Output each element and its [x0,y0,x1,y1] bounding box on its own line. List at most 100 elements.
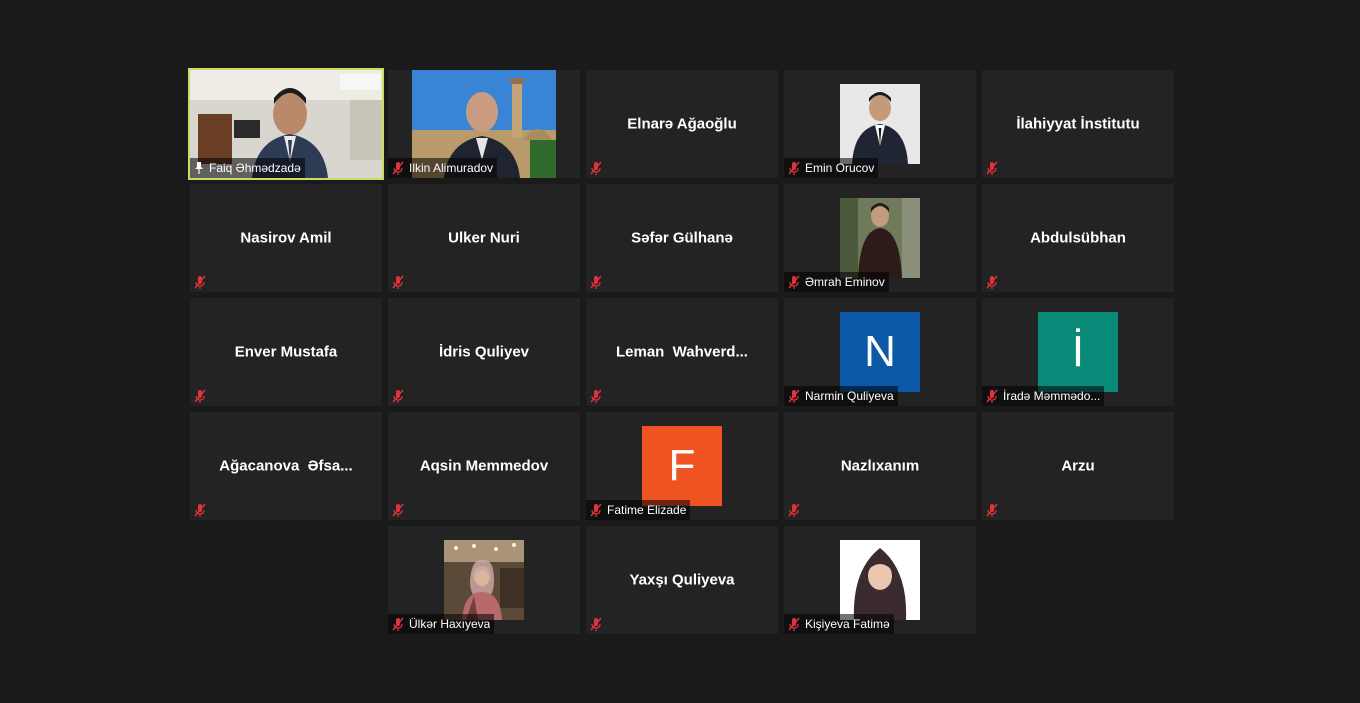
participant-tile-abdulsubhan[interactable]: Abdulsübhan [982,184,1174,292]
profile-photo [840,198,920,278]
muted-mic-icon [984,274,1000,290]
participant-label [982,500,1004,520]
muted-mic-icon [786,274,802,290]
muted-mic-icon [588,616,604,632]
participant-display-name: İlahiyyat İnstitutu [1016,115,1140,133]
muted-mic-icon [588,502,604,518]
participant-tile-enver[interactable]: Enver Mustafa [190,298,382,406]
participant-display-name: Abdulsübhan [1030,229,1126,247]
muted-mic-icon [984,160,1000,176]
participant-tile-arzu[interactable]: Arzu [982,412,1174,520]
muted-mic-icon [192,388,208,404]
participant-display-name: Elnarə Ağaoğlu [627,115,737,133]
participant-label [388,272,410,292]
participant-tile-leman[interactable]: Leman Wahverd... [586,298,778,406]
participant-tile-sefer[interactable]: Səfər Gülhanə [586,184,778,292]
muted-mic-icon [786,388,802,404]
participant-label [982,158,1004,178]
muted-mic-icon [786,160,802,176]
participant-label: Fatime Elizade [586,500,691,520]
participant-tile-ulker-haxiyeva[interactable]: Ülkər Haxıyeva [388,526,580,634]
muted-mic-icon [588,274,604,290]
participant-label [190,500,212,520]
participant-label: Əmrah Eminov [784,272,889,292]
muted-mic-icon [588,160,604,176]
participant-display-name: İdris Quliyev [438,343,530,361]
avatar: İ [1038,312,1118,392]
participant-label: Ülkər Haxıyeva [388,614,495,634]
participant-label: Faiq Əhmədzadə [190,158,305,178]
muted-mic-icon [786,502,802,518]
participant-tile-ulker-nuri[interactable]: Ulker Nuri [388,184,580,292]
participant-display-name: Enver Mustafa [234,343,338,361]
profile-photo [444,540,524,620]
participant-name: Fatime Elizade [607,503,687,517]
participant-tile-idris[interactable]: İdris Quliyev [388,298,580,406]
participant-name: Narmin Quliyeva [805,389,894,403]
participant-display-name: Ulker Nuri [448,229,520,247]
participant-tile-ilahiyyat[interactable]: İlahiyyat İnstitutu [982,70,1174,178]
participant-label: Narmin Quliyeva [784,386,898,406]
participant-tile-ilkin[interactable]: Ilkin Alimuradov [388,70,580,178]
muted-mic-icon [390,616,406,632]
participant-label [586,614,608,634]
participant-name: Əmrah Eminov [805,275,885,289]
participant-label: Emin Orucov [784,158,879,178]
muted-mic-icon [390,274,406,290]
participant-label [388,386,410,406]
muted-mic-icon [390,502,406,518]
muted-mic-icon [984,502,1000,518]
participant-label [190,386,212,406]
muted-mic-icon [390,388,406,404]
participant-display-name: Leman Wahverd... [616,343,748,361]
avatar: F [642,426,722,506]
avatar: N [840,312,920,392]
participant-display-name: Nazlıxanım [840,457,920,475]
participant-label [586,272,608,292]
participant-label [586,386,608,406]
participant-name: İradə Məmmədo... [1003,389,1101,403]
participant-tile-irade[interactable]: İ İradə Məmmədo... [982,298,1174,406]
participant-label [388,500,410,520]
participant-label [784,500,806,520]
participant-name: Emin Orucov [805,161,875,175]
muted-mic-icon [984,388,1000,404]
participant-display-name: Səfər Gülhanə [631,229,733,247]
participant-name: Ülkər Haxıyeva [409,617,491,631]
profile-photo [840,540,920,620]
participant-tile-faiq[interactable]: Faiq Əhmədzadə [188,68,384,180]
muted-mic-icon [390,160,406,176]
participant-name: Kişiyeva Fatimə [805,617,890,631]
muted-mic-icon [588,388,604,404]
muted-mic-icon [192,502,208,518]
participant-tile-fatime[interactable]: F Fatime Elizade [586,412,778,520]
participant-label: İradə Məmmədo... [982,386,1105,406]
participant-tile-elnare[interactable]: Elnarə Ağaoğlu [586,70,778,178]
participant-label [586,158,608,178]
participant-display-name: Arzu [1061,457,1095,475]
participant-tile-agacanova[interactable]: Ağacanova Əfsa... [190,412,382,520]
participant-tile-emin[interactable]: Emin Orucov [784,70,976,178]
participant-display-name: Aqsin Memmedov [419,457,549,475]
participant-name: Faiq Əhmədzadə [209,161,301,175]
participant-tile-aqsin[interactable]: Aqsin Memmedov [388,412,580,520]
participant-label [982,272,1004,292]
participant-tile-nasirov[interactable]: Nasirov Amil [190,184,382,292]
participant-tile-nazlixanim[interactable]: Nazlıxanım [784,412,976,520]
participant-display-name: Nasirov Amil [240,229,332,247]
pin-icon [192,161,206,175]
participant-tile-yaxsi[interactable]: Yaxşı Quliyeva [586,526,778,634]
participant-name: Ilkin Alimuradov [409,161,494,175]
participant-tile-narmin[interactable]: N Narmin Quliyeva [784,298,976,406]
participant-label: Kişiyeva Fatimə [784,614,894,634]
participant-tile-kisiyeva[interactable]: Kişiyeva Fatimə [784,526,976,634]
profile-photo [840,84,920,164]
participant-label: Ilkin Alimuradov [388,158,498,178]
video-gallery: Faiq Əhmədzadə Ilkin Alimuradov Elnarə A… [0,0,1360,703]
participant-tile-emrah[interactable]: Əmrah Eminov [784,184,976,292]
muted-mic-icon [786,616,802,632]
participant-label [190,272,212,292]
participant-display-name: Yaxşı Quliyeva [629,571,735,589]
participant-display-name: Ağacanova Əfsa... [219,457,353,475]
muted-mic-icon [192,274,208,290]
